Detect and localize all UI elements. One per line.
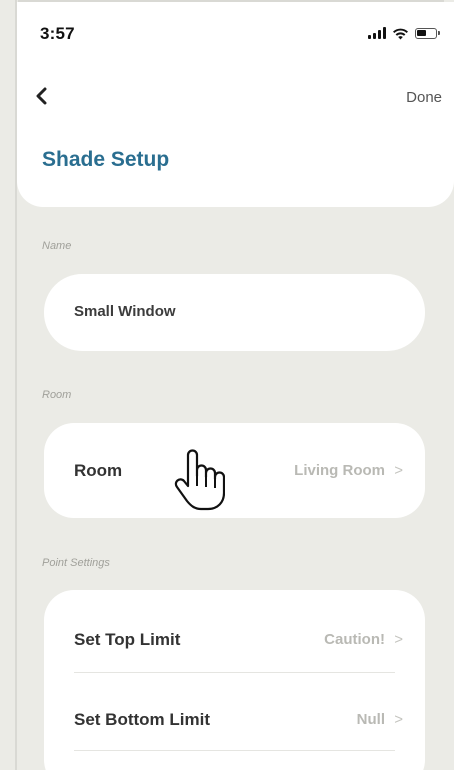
name-field[interactable]: Small Window: [44, 274, 425, 351]
back-button[interactable]: [30, 84, 52, 108]
section-label-room: Room: [42, 389, 72, 401]
page-title: Shade Setup: [42, 148, 170, 171]
room-row-label: Room: [74, 461, 123, 480]
status-icons: [368, 24, 440, 42]
set-top-limit-label: Set Top Limit: [74, 630, 181, 649]
room-row[interactable]: Room Living Room >: [44, 423, 425, 518]
name-value: Small Window: [74, 303, 176, 320]
signal-icon: [368, 27, 386, 39]
room-row-value: Living Room: [294, 462, 385, 479]
wifi-icon: [393, 28, 408, 39]
set-bottom-limit-row[interactable]: Set Bottom Limit Null >: [44, 673, 425, 753]
chevron-right-icon: >: [394, 711, 403, 728]
section-label-name: Name: [42, 240, 72, 252]
battery-icon: [415, 27, 440, 39]
set-top-limit-value: Caution!: [324, 631, 385, 648]
point-settings-card: Set Top Limit Caution! > Set Bottom Limi…: [44, 590, 425, 770]
set-bottom-limit-label: Set Bottom Limit: [74, 710, 210, 729]
chevron-left-icon: [36, 87, 47, 105]
done-button[interactable]: Done: [406, 89, 442, 106]
status-time: 3:57: [40, 24, 75, 43]
set-bottom-limit-value: Null: [356, 711, 385, 728]
section-label-point-settings: Point Settings: [42, 557, 110, 569]
chevron-right-icon: >: [394, 462, 403, 479]
chevron-right-icon: >: [394, 631, 403, 648]
row-divider: [74, 750, 395, 751]
hand-pointer-icon: [174, 449, 225, 511]
screen: 3:57 Done Shade Setup Name Small Window …: [0, 0, 454, 770]
set-top-limit-row[interactable]: Set Top Limit Caution! >: [44, 593, 425, 673]
